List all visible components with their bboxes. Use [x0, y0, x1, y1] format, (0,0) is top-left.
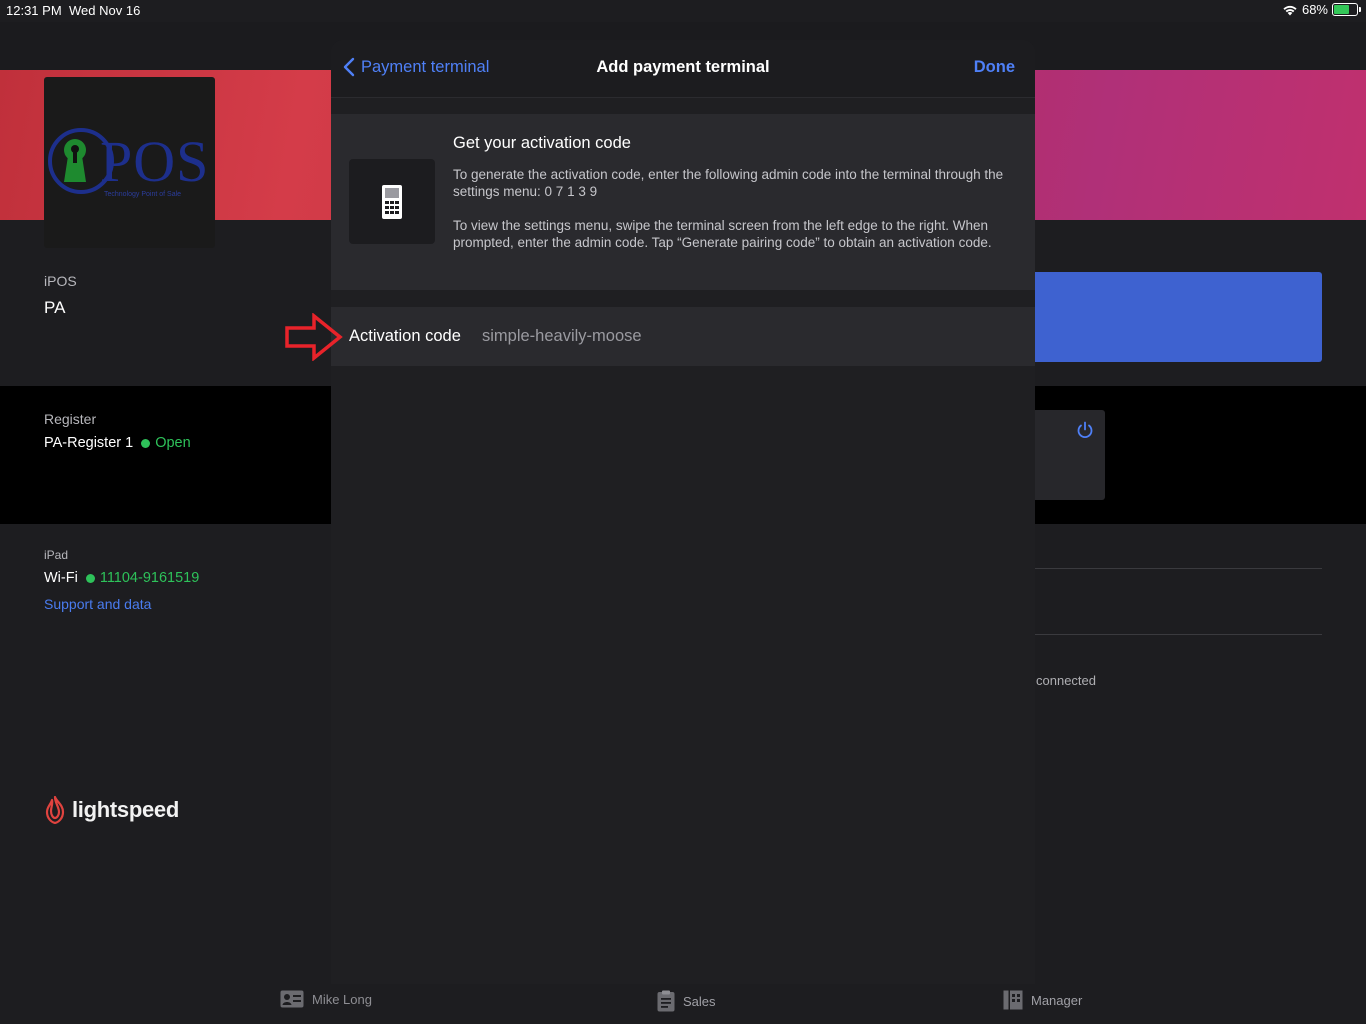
wifi-status-dot: [85, 573, 95, 583]
activation-code-label: Activation code: [349, 327, 461, 345]
store-label: iPOS: [44, 273, 77, 289]
wifi-network: 11104-9161519: [99, 570, 200, 586]
add-payment-terminal-modal: Payment terminal Add payment terminal Do…: [331, 40, 1035, 984]
wifi-icon: [1283, 5, 1297, 15]
register-status: Open: [155, 435, 191, 451]
terminal-tile: [349, 159, 435, 244]
status-date: Wed Nov 16: [69, 3, 141, 18]
tab-user-label: Mike Long: [312, 991, 372, 1007]
status-bar: 12:31 PM Wed Nov 16 68%: [0, 0, 1366, 22]
status-time: 12:31 PM: [6, 3, 62, 18]
ipad-label: iPad: [44, 548, 69, 562]
register-name-row: PA-Register 1 Open: [44, 435, 191, 451]
arrow-right-annotation: [285, 313, 343, 361]
tab-sales-label: Sales: [683, 993, 716, 1009]
clipboard-icon: [657, 990, 675, 1012]
background-power-card: [1035, 410, 1105, 500]
brand-name: lightspeed: [72, 797, 180, 822]
tab-user[interactable]: Mike Long: [280, 990, 372, 1008]
wifi-label: Wi-Fi: [44, 570, 78, 586]
logo-text: POS: [100, 129, 210, 194]
bottom-tab-bar: Mike Long Sales Manager: [0, 984, 1366, 1024]
done-button[interactable]: Done: [974, 58, 1015, 77]
store-name: PA: [44, 298, 66, 317]
modal-nav-bar: Payment terminal Add payment terminal Do…: [331, 40, 1035, 98]
user-card-icon: [280, 990, 304, 1008]
connected-text: connected: [1036, 673, 1096, 688]
lightspeed-brand: lightspeed: [44, 796, 179, 824]
activation-info-card: Get your activation code To generate the…: [331, 114, 1035, 290]
logo-keyhole-icon: [64, 139, 86, 182]
background-blue-card: [1035, 272, 1322, 362]
tab-sales[interactable]: Sales: [657, 990, 716, 1012]
info-paragraph-instructions: To view the settings menu, swipe the ter…: [453, 218, 992, 250]
tab-manager[interactable]: Manager: [1003, 990, 1082, 1010]
terminal-icon: [382, 185, 402, 219]
background-divider: [1035, 634, 1322, 635]
manager-icon: [1003, 990, 1023, 1010]
activation-code-row[interactable]: Activation code simple-heavily-moose: [331, 307, 1035, 366]
logo-subtitle: Technology Point of Sale: [104, 191, 182, 198]
activation-code-value: simple-heavily-moose: [482, 327, 642, 345]
modal-title: Add payment terminal: [596, 58, 770, 76]
support-and-data-link[interactable]: Support and data: [44, 596, 151, 612]
battery-icon: [1332, 3, 1361, 16]
register-label: Register: [44, 411, 97, 427]
background-divider: [1035, 568, 1322, 569]
wifi-row: Wi-Fi 11104-9161519: [44, 570, 199, 586]
info-paragraph-admin-code: To generate the activation code, enter t…: [453, 167, 1004, 199]
battery-percent: 68%: [1301, 2, 1328, 17]
register-status-dot: [141, 438, 151, 448]
info-title: Get your activation code: [453, 134, 631, 152]
register-name: PA-Register 1: [44, 435, 134, 451]
tab-manager-label: Manager: [1031, 992, 1083, 1008]
lightspeed-flame-icon: [45, 796, 65, 824]
power-icon[interactable]: [1076, 421, 1094, 439]
status-right: 68%: [1282, 2, 1361, 17]
